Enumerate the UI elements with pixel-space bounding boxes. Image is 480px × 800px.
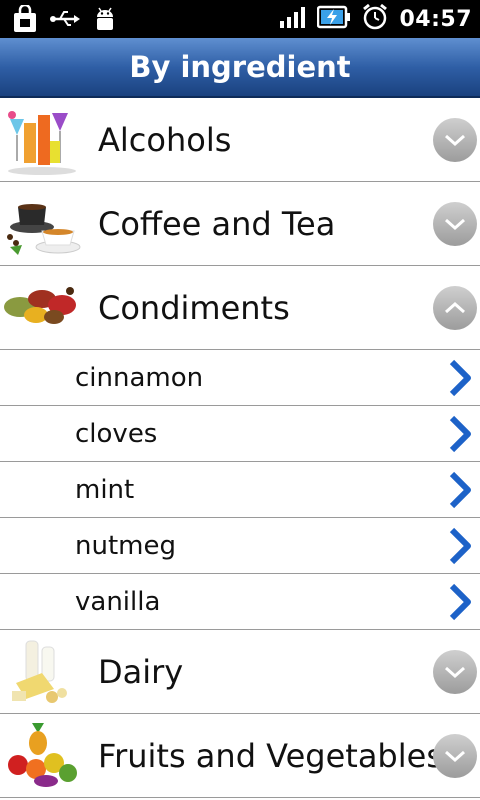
category-label: Alcohols [98,121,232,159]
chevron-up-icon [445,301,465,314]
chevron-down-icon [445,134,465,147]
usb-icon [50,4,80,34]
category-label: Coffee and Tea [98,205,336,243]
ingredient-label: vanilla [75,587,161,617]
chevron-down-icon [445,750,465,763]
category-row-coffee-and-tea[interactable]: Coffee and Tea [0,182,480,266]
category-label: Condiments [98,289,290,327]
expand-toggle-button[interactable] [433,118,477,162]
ingredient-label: cloves [75,419,158,449]
chevron-down-icon [445,666,465,679]
chevron-right-icon [449,583,471,621]
category-row-dairy[interactable]: Dairy [0,630,480,714]
title-bar: By ingredient [0,38,480,98]
alarm-clock-icon [361,3,389,35]
dairy-icon [2,633,82,711]
chevron-down-icon [445,218,465,231]
category-row-fruits-and-vegetables[interactable]: Fruits and Vegetables [0,714,480,798]
ingredient-label: cinnamon [75,363,204,393]
android-debug-icon [90,4,120,34]
ingredient-list: Alcohols Coffee and Tea Condiments cinna… [0,98,480,798]
status-clock: 04:57 [399,6,472,32]
chevron-right-icon [449,415,471,453]
expand-toggle-button[interactable] [433,650,477,694]
cocktail-glasses-icon [2,101,82,179]
ingredient-label: nutmeg [75,531,176,561]
category-label: Fruits and Vegetables [98,737,443,775]
chevron-right-icon [449,527,471,565]
ingredient-item[interactable]: vanilla [0,574,480,630]
ingredient-item[interactable]: cinnamon [0,350,480,406]
category-row-condiments[interactable]: Condiments [0,266,480,350]
category-row-alcohols[interactable]: Alcohols [0,98,480,182]
shopping-bag-icon [10,4,40,34]
chevron-right-icon [449,471,471,509]
signal-icon [279,5,307,33]
coffee-cup-icon [2,185,82,263]
spices-icon [2,269,82,347]
ingredient-label: mint [75,475,135,505]
ingredient-item[interactable]: mint [0,462,480,518]
category-label: Dairy [98,653,184,691]
collapse-toggle-button[interactable] [433,286,477,330]
expand-toggle-button[interactable] [433,202,477,246]
expand-toggle-button[interactable] [433,734,477,778]
chevron-right-icon [449,359,471,397]
battery-charging-icon [317,4,351,34]
fruits-vegetables-icon [2,717,82,795]
ingredient-item[interactable]: nutmeg [0,518,480,574]
status-bar: 04:57 [0,0,480,38]
page-title: By ingredient [129,50,351,84]
ingredient-item[interactable]: cloves [0,406,480,462]
